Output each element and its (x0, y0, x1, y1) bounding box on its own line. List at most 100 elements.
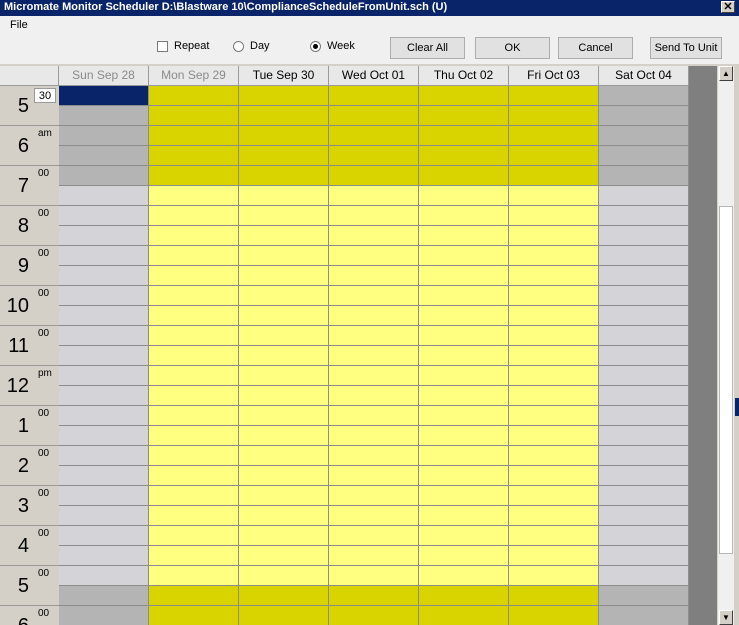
menu-file[interactable]: File (10, 19, 28, 31)
time-slot[interactable] (149, 586, 238, 606)
day-header[interactable]: Wed Oct 01 (329, 66, 419, 86)
time-slot[interactable] (509, 446, 598, 466)
time-slot[interactable] (329, 406, 418, 426)
time-slot[interactable] (329, 586, 418, 606)
time-slot[interactable] (239, 266, 328, 286)
time-slot[interactable] (59, 166, 148, 186)
time-slot[interactable] (599, 586, 688, 606)
time-slot[interactable] (329, 226, 418, 246)
time-slot[interactable] (59, 126, 148, 146)
time-slot[interactable] (149, 346, 238, 366)
time-slot[interactable] (149, 366, 238, 386)
time-slot[interactable] (509, 586, 598, 606)
time-slot[interactable] (239, 486, 328, 506)
time-slot[interactable] (239, 446, 328, 466)
cancel-button[interactable]: Cancel (558, 37, 633, 59)
week-option[interactable]: Week (310, 40, 355, 52)
time-slot[interactable] (239, 206, 328, 226)
day-column[interactable] (509, 86, 599, 625)
time-slot[interactable] (329, 566, 418, 586)
time-slot[interactable] (59, 306, 148, 326)
time-slot[interactable] (59, 426, 148, 446)
time-slot[interactable] (149, 306, 238, 326)
time-slot[interactable] (419, 466, 508, 486)
day-header[interactable]: Tue Sep 30 (239, 66, 329, 86)
time-slot[interactable] (149, 466, 238, 486)
time-slot[interactable] (329, 326, 418, 346)
time-slot[interactable] (149, 86, 238, 106)
time-slot[interactable] (239, 186, 328, 206)
time-slot[interactable] (59, 506, 148, 526)
time-slot[interactable] (59, 266, 148, 286)
day-header[interactable]: Thu Oct 02 (419, 66, 509, 86)
day-column[interactable] (149, 86, 239, 625)
time-slot[interactable] (419, 86, 508, 106)
time-slot[interactable] (419, 366, 508, 386)
scroll-down-icon[interactable]: ▼ (719, 610, 733, 625)
time-slot[interactable] (419, 486, 508, 506)
time-slot[interactable] (149, 426, 238, 446)
time-slot[interactable] (59, 366, 148, 386)
time-slot[interactable] (329, 206, 418, 226)
time-slot[interactable] (599, 386, 688, 406)
time-slot[interactable] (329, 286, 418, 306)
day-column[interactable] (599, 86, 689, 625)
time-slot[interactable] (509, 486, 598, 506)
time-slot[interactable] (599, 286, 688, 306)
time-slot[interactable] (239, 286, 328, 306)
time-slot[interactable] (239, 386, 328, 406)
time-slot[interactable] (509, 426, 598, 446)
time-slot[interactable] (509, 386, 598, 406)
time-slot[interactable] (59, 586, 148, 606)
time-slot[interactable] (149, 266, 238, 286)
time-slot[interactable] (419, 246, 508, 266)
day-radio[interactable] (233, 40, 244, 52)
ok-button[interactable]: OK (475, 37, 550, 59)
time-slot[interactable] (419, 566, 508, 586)
time-slot[interactable] (59, 286, 148, 306)
time-slot[interactable] (149, 106, 238, 126)
day-header[interactable]: Sun Sep 28 (59, 66, 149, 86)
time-slot[interactable] (419, 186, 508, 206)
time-slot[interactable] (419, 286, 508, 306)
time-slot[interactable] (329, 266, 418, 286)
time-slot[interactable] (239, 526, 328, 546)
time-slot[interactable] (599, 186, 688, 206)
time-slot[interactable] (329, 106, 418, 126)
time-slot[interactable] (599, 366, 688, 386)
time-slot[interactable] (239, 126, 328, 146)
time-slot[interactable] (149, 166, 238, 186)
time-slot[interactable] (599, 526, 688, 546)
time-slot[interactable] (329, 486, 418, 506)
time-slot[interactable] (239, 366, 328, 386)
time-slot[interactable] (599, 166, 688, 186)
time-slot[interactable] (419, 166, 508, 186)
time-slot[interactable] (599, 246, 688, 266)
close-icon[interactable]: ✕ (721, 1, 735, 13)
time-slot[interactable] (419, 546, 508, 566)
time-slot[interactable] (599, 106, 688, 126)
time-slot[interactable] (239, 606, 328, 625)
time-slot[interactable] (149, 486, 238, 506)
time-slot[interactable] (329, 526, 418, 546)
time-slot[interactable] (149, 186, 238, 206)
time-slot[interactable] (149, 206, 238, 226)
time-slot[interactable] (419, 446, 508, 466)
time-slot[interactable] (419, 226, 508, 246)
time-slot[interactable] (599, 606, 688, 625)
time-slot[interactable] (599, 226, 688, 246)
time-slot[interactable] (59, 346, 148, 366)
time-slot[interactable] (329, 446, 418, 466)
time-slot[interactable] (509, 566, 598, 586)
time-slot[interactable] (149, 546, 238, 566)
time-slot[interactable] (509, 506, 598, 526)
time-slot[interactable] (599, 86, 688, 106)
time-slot[interactable] (599, 466, 688, 486)
repeat-option[interactable]: Repeat (157, 40, 209, 52)
time-slot[interactable] (329, 606, 418, 625)
scroll-up-icon[interactable]: ▲ (719, 66, 733, 81)
time-slot[interactable] (509, 346, 598, 366)
day-column[interactable] (329, 86, 419, 625)
time-slot[interactable] (59, 106, 148, 126)
time-slot[interactable] (59, 486, 148, 506)
